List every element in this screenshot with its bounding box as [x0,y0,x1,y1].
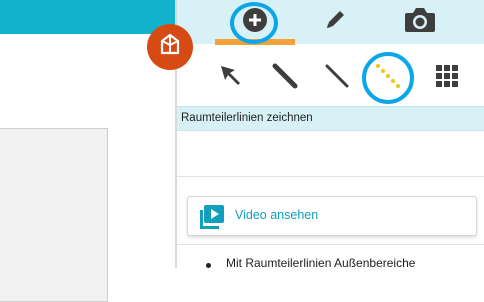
active-tab-indicator [215,39,295,45]
line-tool-button[interactable] [315,50,359,106]
grid-tool-button[interactable] [425,50,469,106]
section-header: Raumteilerlinien zeichnen [177,106,484,131]
wall-line-icon [272,63,298,93]
watch-video-button[interactable]: Video ansehen [187,196,477,236]
drawing-canvas[interactable] [0,34,175,302]
panel-tab-bar [177,0,484,45]
drawing-toolbar [177,50,484,106]
room-badge[interactable] [147,24,193,70]
video-play-icon [200,205,224,233]
tab-edit[interactable] [295,0,375,44]
room-cube-icon [156,31,184,63]
dotted-room-divider-icon [374,62,402,94]
section-title: Raumteilerlinien zeichnen [181,112,313,124]
select-tool-button[interactable] [209,50,253,106]
divider-line [177,176,484,177]
watch-video-label: Video ansehen [235,208,319,222]
pencil-icon [323,8,347,36]
thin-line-icon [324,63,350,93]
bullet-marker [206,263,211,268]
divider-line [177,244,484,245]
plus-circle-icon [242,7,268,37]
tool-panel: Raumteilerlinien zeichnen Video ansehen … [177,0,484,270]
camera-icon [404,7,436,37]
canvas-top-bar [0,0,175,34]
tab-add[interactable] [215,0,295,45]
tab-photo[interactable] [380,0,460,44]
grid-icon [436,65,458,91]
wall-tool-button[interactable] [263,50,307,106]
room-divider-tool-button[interactable] [366,50,410,106]
floor-plan-sheet[interactable] [0,128,108,302]
select-arrow-icon [218,63,244,93]
